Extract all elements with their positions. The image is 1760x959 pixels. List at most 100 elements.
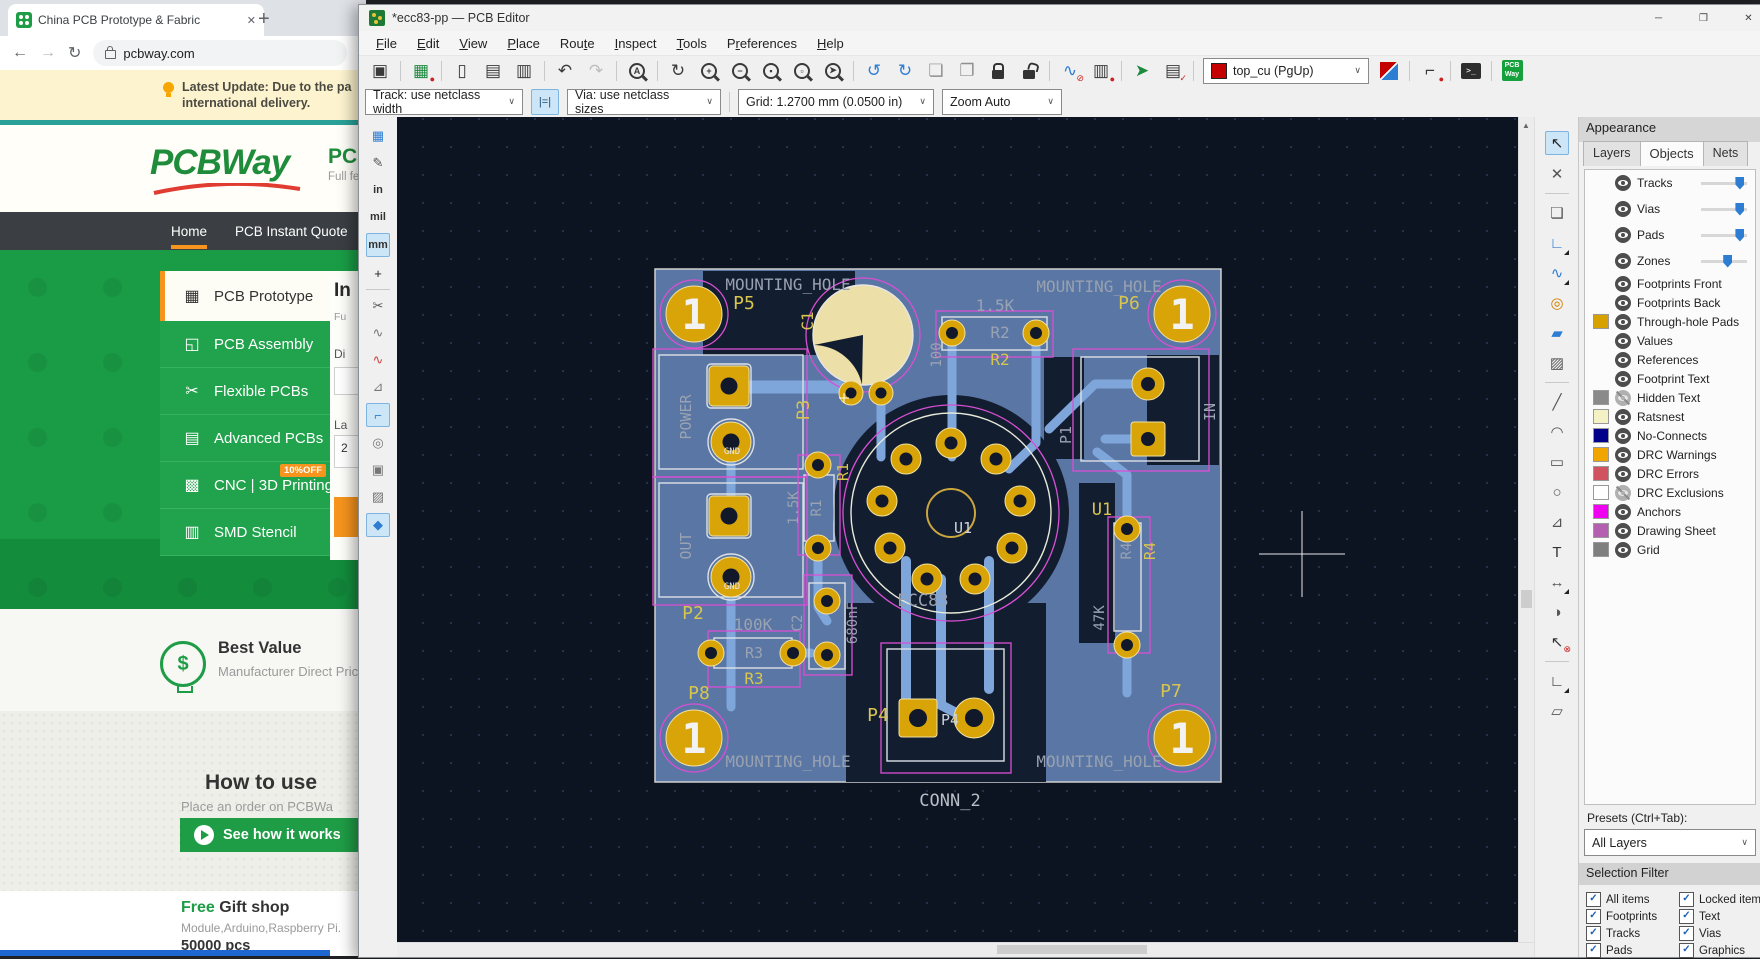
pcb-canvas[interactable]: MOUNTING_HOLEMOUNTING_HOLEMOUNTING_HOLEM… xyxy=(397,117,1519,947)
pcbway-logo[interactable]: PCBWay xyxy=(150,143,289,183)
close-button[interactable]: ✕ xyxy=(1726,5,1760,31)
visibility-eye-icon[interactable] xyxy=(1615,523,1631,539)
page-settings-button[interactable]: ▯ xyxy=(451,60,473,82)
filter-pads[interactable]: ✓Pads xyxy=(1586,942,1657,959)
highlight-ratsnest-tool[interactable]: ✕ xyxy=(1546,163,1568,185)
grid-visibility-icon[interactable]: ▦ xyxy=(367,125,389,147)
undo-button[interactable]: ↶ xyxy=(554,60,576,82)
vertical-scroll-thumb[interactable] xyxy=(1521,590,1532,608)
measure-tool[interactable]: ▱ xyxy=(1546,700,1568,722)
filter-locked-items[interactable]: ✓Locked items xyxy=(1679,891,1760,908)
color-swatch[interactable] xyxy=(1593,314,1609,329)
tune-length-tool[interactable]: ∿ xyxy=(1546,262,1568,284)
drill-origin-tool[interactable]: ∟ xyxy=(1546,670,1568,692)
select-tool[interactable]: ↖ xyxy=(1545,131,1569,155)
opacity-slider[interactable] xyxy=(1701,260,1747,263)
filter-graphics[interactable]: ✓Graphics xyxy=(1679,942,1760,959)
visibility-eye-icon[interactable] xyxy=(1615,253,1631,269)
see-how-it-works-button[interactable]: See how it works xyxy=(180,818,366,852)
scroll-up-icon[interactable]: ▲ xyxy=(1522,121,1530,130)
filter-all-items[interactable]: ✓All items xyxy=(1586,891,1657,908)
color-swatch[interactable] xyxy=(1593,504,1609,519)
delete-tool[interactable]: ↖⊗ xyxy=(1546,631,1568,653)
color-swatch[interactable] xyxy=(1593,485,1609,500)
board-setup-button[interactable]: ▦● xyxy=(410,60,432,82)
menu-route[interactable]: Route xyxy=(551,34,604,53)
zoom-selection-button[interactable]: ➤ xyxy=(822,60,844,82)
filter-tracks[interactable]: ✓Tracks xyxy=(1586,925,1657,942)
netclass-sizes-button[interactable]: |=| xyxy=(531,89,559,115)
menu-edit[interactable]: Edit xyxy=(408,34,448,53)
filter-footprints[interactable]: ✓Footprints xyxy=(1586,908,1657,925)
menu-file[interactable]: File xyxy=(367,34,406,53)
inactive-layer-display-icon[interactable]: ◆ xyxy=(366,513,390,537)
add-zone-tool[interactable]: ▰ xyxy=(1546,322,1568,344)
minimize-button[interactable]: ─ xyxy=(1636,5,1681,31)
visibility-eye-icon[interactable] xyxy=(1615,227,1631,243)
lock-button[interactable] xyxy=(987,60,1009,82)
back-icon[interactable]: ← xyxy=(12,44,28,62)
filter-vias[interactable]: ✓Vias xyxy=(1679,925,1760,942)
visibility-eye-icon[interactable] xyxy=(1615,428,1631,444)
save-button[interactable]: ▣ xyxy=(369,60,391,82)
redo-button[interactable]: ↷ xyxy=(585,60,607,82)
visibility-eye-icon[interactable] xyxy=(1615,542,1631,558)
zoom-in-button[interactable]: + xyxy=(698,60,720,82)
add-dimension-tool[interactable]: ↔ xyxy=(1546,571,1568,593)
visibility-eye-icon[interactable] xyxy=(1615,201,1631,217)
tab-close-icon[interactable]: ✕ xyxy=(247,14,256,27)
pad-display-icon[interactable]: ▣ xyxy=(367,459,389,481)
refresh-button[interactable]: ↻ xyxy=(667,60,689,82)
forward-icon[interactable]: → xyxy=(40,44,56,62)
menu-help[interactable]: Help xyxy=(808,34,853,53)
color-swatch[interactable] xyxy=(1593,523,1609,538)
visibility-eye-icon[interactable] xyxy=(1615,314,1631,330)
drc-button[interactable]: ▤✓ xyxy=(1162,60,1184,82)
color-swatch[interactable] xyxy=(1593,447,1609,462)
hide-ratsnest-button[interactable]: ∿⊘ xyxy=(1059,60,1081,82)
track-width-select[interactable]: Track: use netclass width∨ xyxy=(365,89,523,115)
drawing-mode-icon[interactable]: ⊿ xyxy=(367,376,389,398)
refresh-icon[interactable]: ↻ xyxy=(68,43,81,63)
menu-tools[interactable]: Tools xyxy=(668,34,716,53)
color-swatch[interactable] xyxy=(1593,542,1609,557)
visibility-eye-icon[interactable] xyxy=(1615,371,1631,387)
ratsnest-visibility-icon[interactable]: ✂ xyxy=(367,295,389,317)
nav-item-home[interactable]: Home xyxy=(171,212,207,250)
menu-place[interactable]: Place xyxy=(498,34,549,53)
update-pcb-button[interactable]: ⌐● xyxy=(1419,60,1441,82)
color-swatch[interactable] xyxy=(1593,466,1609,481)
via-display-icon[interactable]: ◎ xyxy=(367,432,389,454)
visibility-eye-icon[interactable] xyxy=(1615,276,1631,292)
visibility-eye-icon[interactable] xyxy=(1615,504,1631,520)
route-tracks-tool[interactable]: ∟ xyxy=(1546,232,1568,254)
menu-view[interactable]: View xyxy=(450,34,496,53)
visibility-eye-icon[interactable] xyxy=(1615,352,1631,368)
ungroup-button[interactable]: ❐ xyxy=(956,60,978,82)
zoom-select[interactable]: Zoom Auto∨ xyxy=(942,89,1062,115)
zoom-objects-button[interactable]: ▫ xyxy=(791,60,813,82)
tab-nets[interactable]: Nets xyxy=(1703,141,1749,166)
group-button[interactable]: ❏ xyxy=(925,60,947,82)
visibility-eye-icon[interactable] xyxy=(1615,466,1631,482)
vertical-scrollbar[interactable]: ▲ xyxy=(1518,117,1535,943)
layer-selector[interactable]: top_cu (PgUp)∨ xyxy=(1203,58,1369,84)
ratsnest-all-layers-icon[interactable]: ∿ xyxy=(367,349,389,371)
filter-text[interactable]: ✓Text xyxy=(1679,908,1760,925)
plot-button[interactable]: ▥ xyxy=(513,60,535,82)
zone-display-icon[interactable]: ▨ xyxy=(367,486,389,508)
add-line-tool[interactable]: ╱ xyxy=(1546,391,1568,413)
units-mm-button[interactable]: mm xyxy=(366,233,390,257)
visibility-eye-icon[interactable] xyxy=(1615,485,1631,501)
color-swatch[interactable] xyxy=(1593,390,1609,405)
visibility-eye-icon[interactable] xyxy=(1615,295,1631,311)
unlock-button[interactable] xyxy=(1018,60,1040,82)
scripting-console-button[interactable]: >_ xyxy=(1460,60,1482,82)
find-button[interactable]: A xyxy=(626,60,648,82)
add-polygon-tool[interactable]: ⊿ xyxy=(1546,511,1568,533)
color-swatch[interactable] xyxy=(1593,428,1609,443)
visibility-eye-icon[interactable] xyxy=(1615,333,1631,349)
edit-grid-icon[interactable]: ✎ xyxy=(367,152,389,174)
rotate-cw-button[interactable]: ↻ xyxy=(894,60,916,82)
units-mils-button[interactable]: mil xyxy=(367,206,389,228)
